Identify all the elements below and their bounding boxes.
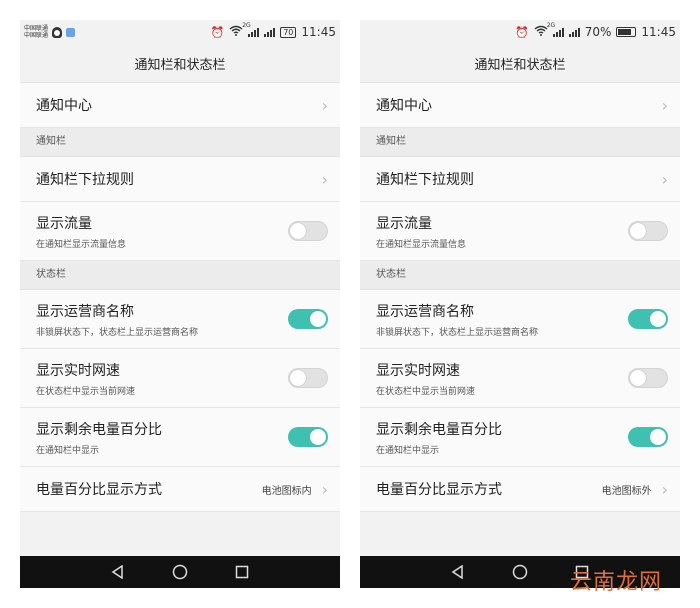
carrier-names: 中国联通 中国联通 [24, 25, 48, 39]
show-carrier-toggle[interactable] [288, 309, 328, 329]
show-speed-item[interactable]: 显示实时网速 在状态栏中显示当前网速 [360, 349, 680, 408]
notification-center-item[interactable]: 通知中心 › [360, 83, 680, 128]
status-bar: 中国联通 中国联通 ⏰ 2G 70 11:45 [20, 20, 340, 44]
qq-icon [52, 26, 63, 38]
battery-percent-mode-label: 电量百分比显示方式 [36, 482, 162, 498]
show-speed-description: 在状态栏中显示当前网速 [36, 386, 136, 397]
battery-icon-with-percent-inside: 70 [280, 26, 297, 38]
show-battery-percent-item[interactable]: 显示剩余电量百分比 在通知栏中显示 [360, 408, 680, 467]
wifi-icon [229, 25, 243, 39]
clock: 11:45 [641, 25, 676, 39]
home-icon[interactable] [171, 563, 189, 581]
show-carrier-label: 显示运营商名称 [376, 303, 474, 320]
show-traffic-toggle[interactable] [288, 221, 328, 241]
chevron-right-icon: › [321, 169, 328, 189]
signal-icon-1: 2G [547, 22, 564, 37]
navigation-bar [20, 556, 340, 588]
show-traffic-label: 显示流量 [376, 215, 432, 232]
carrier-name-2: 中国联通 [24, 32, 49, 39]
section-header-notification: 通知栏 [20, 128, 340, 157]
show-battery-percent-label: 显示剩余电量百分比 [36, 421, 162, 438]
chevron-right-icon: › [661, 95, 668, 115]
pulldown-rule-item[interactable]: 通知栏下拉规则 › [360, 157, 680, 202]
show-carrier-item[interactable]: 显示运营商名称 非锁屏状态下，状态栏上显示运营商名称 [20, 290, 340, 349]
page-title: 通知栏和状态栏 [360, 44, 680, 83]
battery-percent-mode-value: 电池图标内 [261, 485, 312, 497]
show-traffic-description: 在通知栏显示流量信息 [36, 239, 127, 250]
home-icon[interactable] [511, 563, 529, 581]
wifi-icon [534, 25, 548, 39]
page-title: 通知栏和状态栏 [20, 44, 340, 83]
chevron-right-icon: › [661, 479, 668, 499]
signal-icon-2 [264, 27, 276, 37]
signal-icon-1: 2G [242, 22, 260, 37]
show-carrier-item[interactable]: 显示运营商名称 非锁屏状态下，状态栏上显示运营商名称 [360, 290, 680, 349]
section-header-notification: 通知栏 [360, 128, 680, 157]
back-icon[interactable] [109, 563, 127, 581]
show-traffic-toggle[interactable] [628, 221, 668, 241]
app-notification-icon [66, 27, 76, 37]
chevron-right-icon: › [661, 169, 668, 189]
battery-percent-mode-item[interactable]: 电量百分比显示方式 电池图标内 › [20, 467, 340, 512]
notification-center-item[interactable]: 通知中心 › [20, 83, 340, 128]
battery-icon [616, 27, 637, 37]
chevron-right-icon: › [321, 479, 328, 499]
show-battery-percent-description: 在通知栏中显示 [376, 445, 440, 456]
show-speed-toggle[interactable] [288, 368, 328, 388]
left-phone-screen: 中国联通 中国联通 ⏰ 2G 70 11:45 通知栏和状态栏 通知中心 › 通… [20, 20, 340, 588]
show-speed-item[interactable]: 显示实时网速 在状态栏中显示当前网速 [20, 349, 340, 408]
battery-percent-text: 70% [584, 25, 612, 39]
notification-center-label: 通知中心 [376, 98, 432, 114]
battery-percent-mode-label: 电量百分比显示方式 [376, 482, 502, 498]
section-header-status: 状态栏 [360, 261, 680, 290]
show-traffic-label: 显示流量 [36, 215, 92, 232]
signal-icon-2 [568, 27, 580, 37]
right-phone-screen: ⏰ 2G 70% 11:45 通知栏和状态栏 通知中心 › 通知栏 通知栏下拉规… [360, 20, 680, 588]
battery-percent-mode-value: 电池图标外 [601, 485, 652, 497]
chevron-right-icon: › [321, 95, 328, 115]
alarm-icon: ⏰ [515, 25, 529, 39]
show-battery-percent-toggle[interactable] [628, 427, 668, 447]
show-traffic-item[interactable]: 显示流量 在通知栏显示流量信息 [20, 202, 340, 261]
pulldown-rule-item[interactable]: 通知栏下拉规则 › [20, 157, 340, 202]
carrier-name-1: 中国联通 [24, 25, 49, 32]
show-battery-percent-description: 在通知栏中显示 [36, 445, 100, 456]
alarm-icon: ⏰ [210, 25, 225, 39]
show-battery-percent-toggle[interactable] [288, 427, 328, 447]
battery-percent-mode-item[interactable]: 电量百分比显示方式 电池图标外 › [360, 467, 680, 512]
show-speed-toggle[interactable] [628, 368, 668, 388]
pulldown-rule-label: 通知栏下拉规则 [36, 172, 134, 188]
show-battery-percent-label: 显示剩余电量百分比 [376, 421, 502, 438]
show-carrier-label: 显示运营商名称 [36, 303, 134, 320]
show-carrier-description: 非锁屏状态下，状态栏上显示运营商名称 [36, 327, 199, 338]
show-speed-label: 显示实时网速 [376, 362, 460, 379]
show-speed-description: 在状态栏中显示当前网速 [376, 386, 476, 397]
watermark-logo: 云南龙网 [569, 570, 662, 595]
status-bar: ⏰ 2G 70% 11:45 [360, 20, 680, 44]
show-battery-percent-item[interactable]: 显示剩余电量百分比 在通知栏中显示 [20, 408, 340, 467]
pulldown-rule-label: 通知栏下拉规则 [376, 172, 474, 188]
show-traffic-description: 在通知栏显示流量信息 [376, 239, 467, 250]
show-traffic-item[interactable]: 显示流量 在通知栏显示流量信息 [360, 202, 680, 261]
show-speed-label: 显示实时网速 [36, 362, 120, 379]
notification-center-label: 通知中心 [36, 98, 92, 114]
show-carrier-description: 非锁屏状态下，状态栏上显示运营商名称 [376, 327, 539, 338]
section-header-status: 状态栏 [20, 261, 340, 290]
back-icon[interactable] [449, 563, 467, 581]
recents-icon[interactable] [233, 563, 251, 581]
clock: 11:45 [301, 25, 336, 39]
show-carrier-toggle[interactable] [628, 309, 668, 329]
